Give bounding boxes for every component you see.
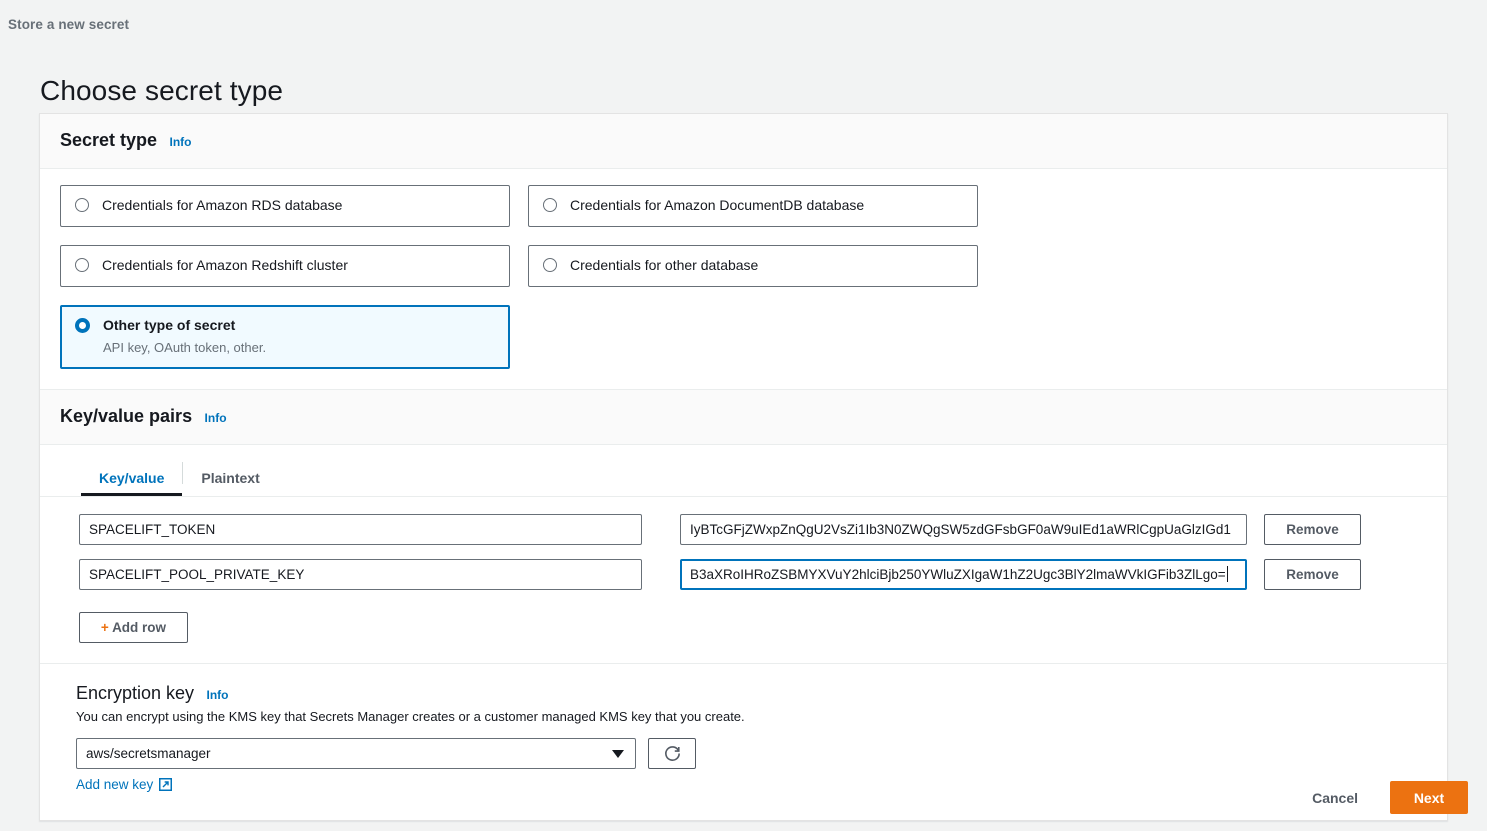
encryption-key-select[interactable]: aws/secretsmanager xyxy=(76,738,636,769)
value-input-1[interactable]: B3aXRoIHRoZSBMYXVuY2hlciBjb250YWluZXIgaW… xyxy=(680,559,1247,590)
breadcrumb[interactable]: Store a new secret xyxy=(8,17,129,32)
key-value-pairs-header: Key/value pairs Info xyxy=(40,389,1447,445)
secret-type-header: Secret type Info xyxy=(40,114,1447,169)
radio-icon[interactable] xyxy=(75,258,89,272)
option-label: Credentials for Amazon RDS database xyxy=(102,197,342,213)
page-root: Store a new secret Choose secret type Se… xyxy=(0,0,1487,831)
secret-type-info-link[interactable]: Info xyxy=(170,135,192,149)
add-row-button[interactable]: + Add row xyxy=(79,612,188,643)
tab-plaintext[interactable]: Plaintext xyxy=(183,471,277,496)
tab-key-value[interactable]: Key/value xyxy=(81,471,182,496)
chevron-down-icon xyxy=(612,750,624,758)
option-label: Other type of secret xyxy=(103,317,235,333)
plus-icon: + xyxy=(101,620,109,635)
key-value-pairs-heading: Key/value pairs xyxy=(60,406,192,427)
option-label: Credentials for other database xyxy=(570,257,758,273)
encryption-key-info-link[interactable]: Info xyxy=(207,688,229,702)
text-cursor xyxy=(1227,566,1228,582)
key-input-1[interactable]: SPACELIFT_POOL_PRIVATE_KEY xyxy=(79,559,642,590)
add-row-label: Add row xyxy=(112,620,166,635)
cancel-button[interactable]: Cancel xyxy=(1300,782,1370,814)
refresh-button[interactable] xyxy=(648,738,696,769)
value-input-0[interactable]: IyBTcGFjZWxpZnQgU2VsZi1Ib3N0ZWQgSW5zdGFs… xyxy=(680,514,1247,545)
radio-icon[interactable] xyxy=(543,198,557,212)
form-actions: Cancel Next xyxy=(1300,781,1468,814)
radio-icon-selected[interactable] xyxy=(75,318,90,333)
add-new-key-label: Add new key xyxy=(76,777,153,792)
encryption-key-selected-value: aws/secretsmanager xyxy=(86,746,211,761)
encryption-key-controls: aws/secretsmanager xyxy=(76,738,1427,769)
secret-type-option-other-database[interactable]: Credentials for other database xyxy=(528,245,978,287)
key-value-row: SPACELIFT_TOKEN IyBTcGFjZWxpZnQgU2VsZi1I… xyxy=(60,514,1427,545)
secret-type-option-other-secret[interactable]: Other type of secret API key, OAuth toke… xyxy=(60,305,510,369)
key-value-row: SPACELIFT_POOL_PRIVATE_KEY B3aXRoIHRoZSB… xyxy=(60,559,1427,590)
secret-type-option-redshift[interactable]: Credentials for Amazon Redshift cluster xyxy=(60,245,510,287)
add-new-key-link[interactable]: Add new key xyxy=(76,777,172,792)
encryption-key-heading: Encryption key xyxy=(76,683,194,704)
secret-type-option-rds[interactable]: Credentials for Amazon RDS database xyxy=(60,185,510,227)
secret-type-heading: Secret type xyxy=(60,130,157,151)
next-button[interactable]: Next xyxy=(1390,781,1468,814)
key-value-tabs: Key/value Plaintext xyxy=(40,445,1447,497)
secret-type-options: Credentials for Amazon RDS database Cred… xyxy=(40,169,1447,389)
option-label: Credentials for Amazon DocumentDB databa… xyxy=(570,197,864,213)
key-value-rows: SPACELIFT_TOKEN IyBTcGFjZWxpZnQgU2VsZi1I… xyxy=(40,497,1447,663)
key-input-0[interactable]: SPACELIFT_TOKEN xyxy=(79,514,642,545)
page-title: Choose secret type xyxy=(40,75,283,107)
radio-icon[interactable] xyxy=(75,198,89,212)
refresh-icon xyxy=(663,744,682,763)
option-description: API key, OAuth token, other. xyxy=(103,340,266,356)
remove-button-1[interactable]: Remove xyxy=(1264,559,1361,590)
radio-icon[interactable] xyxy=(543,258,557,272)
encryption-key-description: You can encrypt using the KMS key that S… xyxy=(76,709,1427,724)
option-label: Credentials for Amazon Redshift cluster xyxy=(102,257,348,273)
remove-button-0[interactable]: Remove xyxy=(1264,514,1361,545)
choose-secret-type-card: Secret type Info Credentials for Amazon … xyxy=(39,113,1448,821)
encryption-key-section: Encryption key Info You can encrypt usin… xyxy=(40,663,1447,820)
external-link-icon xyxy=(159,778,172,791)
value-input-1-text: B3aXRoIHRoZSBMYXVuY2hlciBjb250YWluZXIgaW… xyxy=(690,567,1226,582)
secret-type-option-documentdb[interactable]: Credentials for Amazon DocumentDB databa… xyxy=(528,185,978,227)
key-value-pairs-info-link[interactable]: Info xyxy=(205,411,227,425)
